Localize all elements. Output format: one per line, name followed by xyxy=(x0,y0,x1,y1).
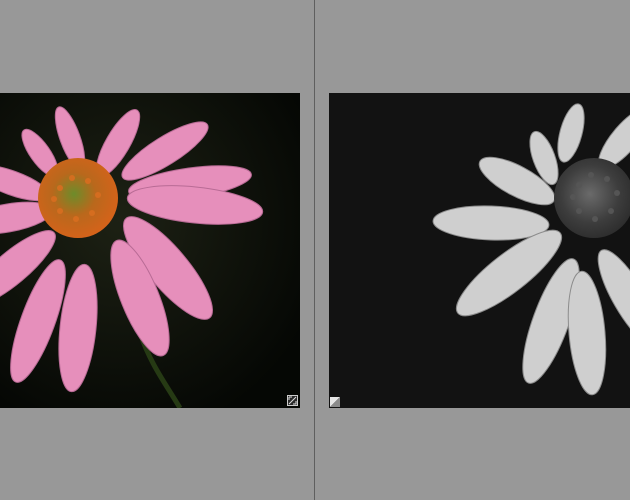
flag-corner-icon[interactable] xyxy=(329,396,341,408)
coneflower-bw-image xyxy=(329,93,630,408)
coneflower-color-image xyxy=(0,93,300,408)
after-photo[interactable] xyxy=(329,93,630,408)
after-pane[interactable] xyxy=(315,0,630,500)
edit-adjustment-icon[interactable] xyxy=(287,395,298,406)
before-pane[interactable] xyxy=(0,0,314,500)
before-photo[interactable] xyxy=(0,93,300,408)
